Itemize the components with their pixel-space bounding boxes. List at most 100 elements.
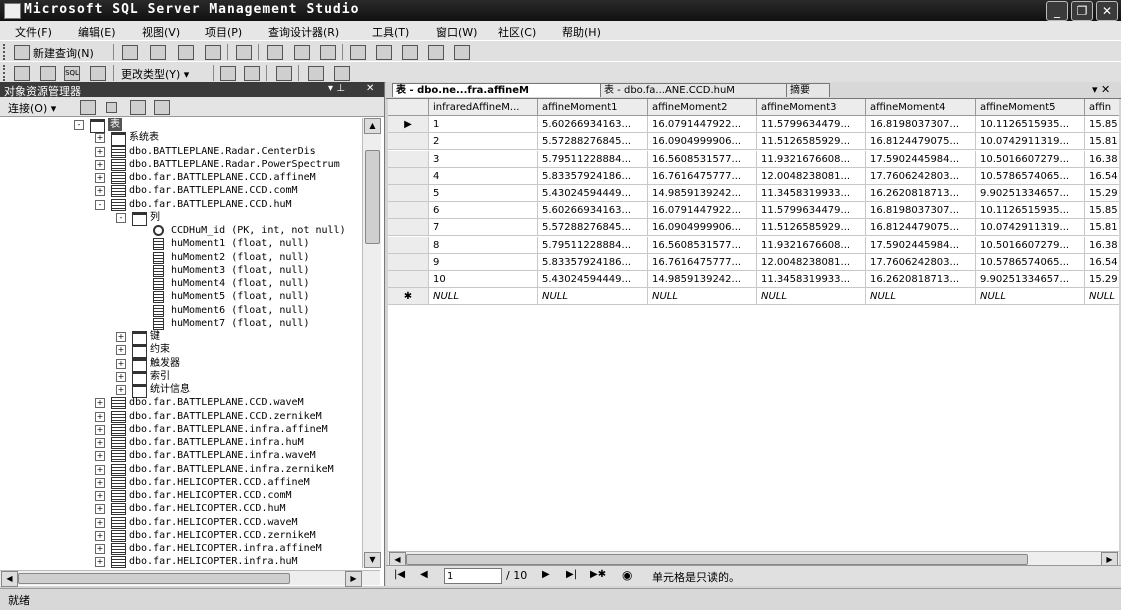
grid-cell[interactable]: 16.2620818713... <box>866 271 976 288</box>
tree-column[interactable]: huMoment6 (float, null) <box>0 304 362 317</box>
expand-icon[interactable]: + <box>95 491 105 501</box>
tree-table[interactable]: + dbo.far.HELICOPTER.infra.huM <box>0 555 362 568</box>
grid-cell[interactable]: 10.5786574065... <box>976 253 1085 271</box>
grid-cell[interactable]: 16.38 <box>1085 151 1119 168</box>
grid-cell[interactable]: 10.1126515935... <box>976 202 1085 220</box>
scroll-thumb[interactable] <box>365 150 380 244</box>
filter-icon[interactable] <box>154 100 170 115</box>
collapse-icon[interactable]: - <box>95 199 105 210</box>
expand-icon[interactable]: + <box>95 544 105 554</box>
show-results-icon[interactable] <box>90 66 106 81</box>
grid-horizontal-scrollbar[interactable]: ◀ ▶ <box>388 551 1119 568</box>
tree-folder-columns[interactable]: -列 <box>0 211 362 226</box>
grid-cell[interactable]: 5.57288276845... <box>538 133 648 151</box>
first-record-button[interactable]: |◀ <box>394 569 405 580</box>
grid-cell[interactable]: 17.5902445984... <box>866 236 976 254</box>
scroll-left-button[interactable]: ◀ <box>1 571 18 587</box>
grid-cell[interactable]: 10.5786574065... <box>976 167 1085 185</box>
grid-cell[interactable]: 15.85 <box>1085 202 1119 220</box>
row-header[interactable] <box>388 133 429 151</box>
grid-cell[interactable]: 5.83357924186... <box>538 253 648 271</box>
disconnect-icon[interactable] <box>80 100 96 115</box>
grid-cell[interactable]: 8 <box>429 236 538 254</box>
expand-icon[interactable]: + <box>95 424 105 435</box>
tree-table[interactable]: + dbo.far.BATTLEPLANE.infra.zernikeM <box>0 463 362 476</box>
menu-window[interactable]: 窗口(W) <box>436 24 477 40</box>
new-query-icon[interactable] <box>14 45 30 60</box>
tree-table-expanded[interactable]: - dbo.far.BATTLEPLANE.CCD.huM <box>0 198 362 211</box>
expand-icon[interactable]: + <box>116 345 126 356</box>
grid-cell[interactable]: 5 <box>429 185 538 202</box>
tree-table[interactable]: + dbo.far.BATTLEPLANE.CCD.zernikeM <box>0 410 362 423</box>
row-header[interactable] <box>388 253 429 271</box>
execute-sql-icon[interactable] <box>220 66 236 81</box>
tree-table[interactable]: + dbo.far.BATTLEPLANE.CCD.comM <box>0 184 362 198</box>
row-header[interactable] <box>388 150 429 168</box>
grid-cell[interactable]: 16.7616475777... <box>648 253 757 271</box>
row-header[interactable] <box>388 202 429 220</box>
grid-cell[interactable]: 14.9859139242... <box>648 271 757 288</box>
scroll-thumb[interactable] <box>18 573 290 584</box>
row-header[interactable] <box>388 236 429 254</box>
grid-cell[interactable]: 15.29 <box>1085 271 1119 288</box>
grid-cell[interactable]: 15.81 <box>1085 219 1119 237</box>
grid-cell[interactable]: 9.90251334657... <box>976 185 1085 202</box>
pin-icon[interactable]: ▾ ⊥ <box>328 83 345 94</box>
grid-cell[interactable]: 16.0904999906... <box>648 219 757 237</box>
menu-project[interactable]: 项目(P) <box>205 24 242 40</box>
restore-button[interactable]: ❐ <box>1071 1 1093 21</box>
expand-icon[interactable]: + <box>95 173 105 183</box>
tree-column[interactable]: huMoment3 (float, null) <box>0 264 362 277</box>
minimize-button[interactable]: _ <box>1046 1 1068 21</box>
grid-cell[interactable]: 16.0791447922... <box>648 116 757 134</box>
collapse-icon[interactable]: - <box>74 120 84 130</box>
menu-community[interactable]: 社区(C) <box>498 24 536 40</box>
tree-column[interactable]: huMoment1 (float, null) <box>0 237 362 251</box>
close-button[interactable]: ✕ <box>1096 1 1118 21</box>
tree-table[interactable]: + dbo.far.HELICOPTER.CCD.huM <box>0 502 362 516</box>
tree-folder-indexes[interactable]: + 索引 <box>0 370 362 385</box>
grid-cell[interactable]: 11.5799634479... <box>757 116 866 134</box>
analysis-query-icon[interactable] <box>178 45 194 60</box>
null-cell[interactable]: NULL <box>1085 288 1119 306</box>
null-cell[interactable]: NULL <box>429 288 538 306</box>
grid-cell[interactable]: 6 <box>429 202 538 220</box>
grid-cell[interactable]: 11.5799634479... <box>757 202 866 220</box>
grid-cell[interactable]: 5.79511228884... <box>538 150 648 168</box>
grid-cell[interactable]: 10.0742911319... <box>976 133 1085 151</box>
tree-table[interactable]: + dbo.far.BATTLEPLANE.infra.huM <box>0 436 362 449</box>
stop-icon[interactable]: ◉ <box>622 568 632 582</box>
grid-cell[interactable]: 16.7616475777... <box>648 167 757 185</box>
menu-file[interactable]: 文件(F) <box>15 24 52 40</box>
row-header[interactable]: ▶ <box>388 116 429 134</box>
properties-icon[interactable] <box>428 45 444 60</box>
grid-cell[interactable]: 5.60266934163... <box>538 116 648 134</box>
scroll-right-button[interactable]: ▶ <box>345 571 362 587</box>
column-header[interactable]: affineMoment5 <box>976 99 1085 116</box>
grid-cell[interactable]: 5.83357924186... <box>538 167 648 185</box>
tree-table[interactable]: + dbo.far.HELICOPTER.CCD.zernikeM <box>0 529 362 542</box>
grid-cell[interactable]: 11.9321676608... <box>757 236 866 254</box>
grid-cell[interactable]: 9 <box>429 253 538 271</box>
tab-ccd-hum[interactable]: 表 - dbo.fa...ANE.CCD.huM <box>600 83 788 97</box>
expand-icon[interactable]: + <box>95 557 105 568</box>
tree-table[interactable]: + dbo.far.BATTLEPLANE.CCD.waveM <box>0 396 362 410</box>
grid-cell[interactable]: 16.38 <box>1085 237 1119 254</box>
grid-cell[interactable]: 17.7606242803... <box>866 253 976 271</box>
results-grid[interactable]: infraredAffineM... affineMoment1 affineMom… <box>388 99 1119 551</box>
menu-edit[interactable]: 编辑(E) <box>78 24 116 40</box>
tree-table[interactable]: + dbo.far.HELICOPTER.CCD.affineM <box>0 476 362 489</box>
grid-cell[interactable]: 16.54 <box>1085 168 1119 185</box>
grid-cell[interactable]: 15.81 <box>1085 133 1119 151</box>
grid-cell[interactable]: 16.0904999906... <box>648 133 757 151</box>
grid-cell[interactable]: 16.8124479075... <box>866 133 976 151</box>
previous-record-button[interactable]: ◀ <box>420 569 428 580</box>
add-table-icon[interactable] <box>308 66 324 81</box>
grid-cell[interactable]: 16.54 <box>1085 254 1119 271</box>
column-header[interactable]: affineMoment2 <box>648 99 757 116</box>
tree-column-pk[interactable]: CCDHuM_id (PK, int, not null) <box>0 224 362 237</box>
grid-cell[interactable]: 12.0048238081... <box>757 253 866 271</box>
grid-cell[interactable]: 16.8198037307... <box>866 202 976 220</box>
grid-cell[interactable]: 1 <box>429 116 538 134</box>
tree-table[interactable]: + dbo.far.BATTLEPLANE.CCD.affineM <box>0 171 362 184</box>
